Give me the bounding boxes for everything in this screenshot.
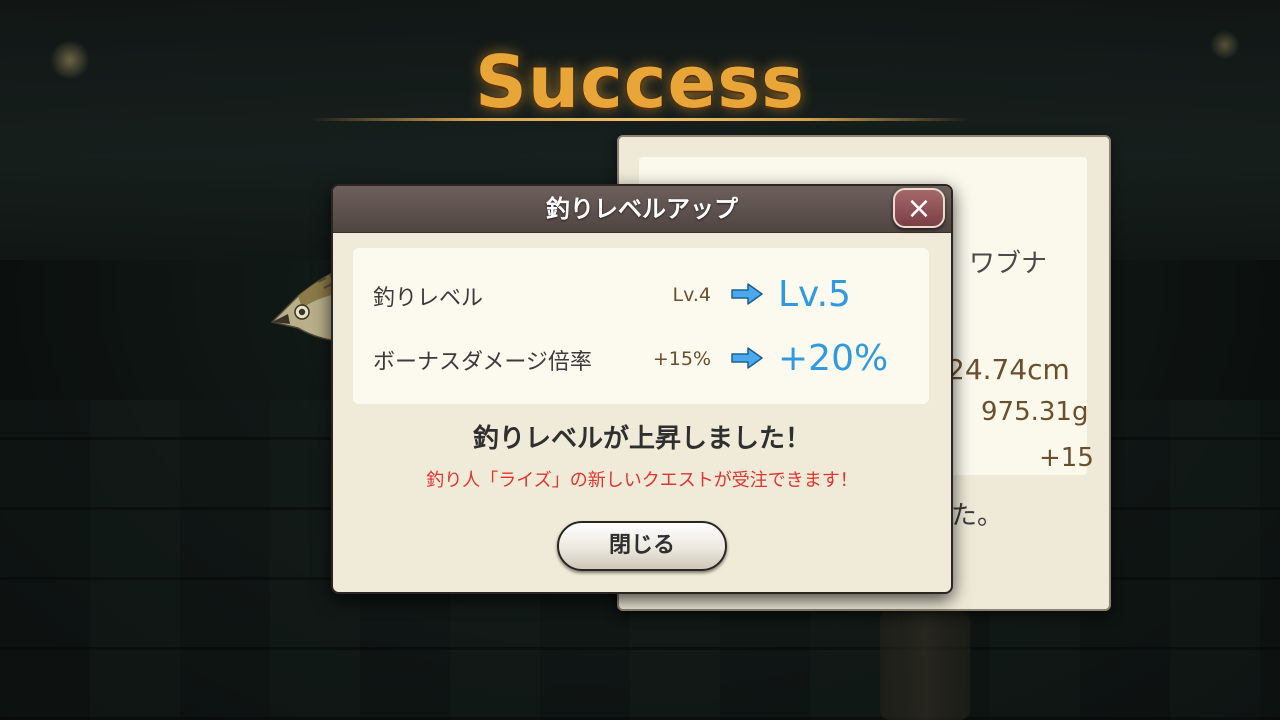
catch-message: た。 [951, 501, 1004, 531]
fish-bonus: +15 [1039, 443, 1094, 473]
success-title: Success [474, 40, 805, 124]
close-icon: × [906, 191, 932, 226]
quest-unlocked-message: 釣り人「ライズ」の新しいクエストが受注できます！ [426, 470, 858, 491]
fish-weight: 975.31g [981, 397, 1089, 427]
stat-new-bonus-damage: +20% [778, 338, 889, 379]
close-button[interactable]: 閉じる [557, 521, 727, 571]
stat-label-fishing-level: 釣りレベル [373, 286, 484, 311]
stat-label-bonus-damage: ボーナスダメージ倍率 [373, 350, 592, 375]
level-up-dialog: 釣りレベルアップ × 釣りレベル Lv.4 Lv.5 ボーナスダメージ倍率 +1… [331, 184, 953, 594]
close-x-button[interactable]: × [893, 188, 945, 228]
fish-name: ワブナ [969, 249, 1048, 279]
stat-old-bonus-damage: +15% [652, 348, 711, 370]
success-underline [310, 118, 970, 121]
stats-panel: 釣りレベル Lv.4 Lv.5 ボーナスダメージ倍率 +15% +20% [353, 248, 929, 404]
stat-old-fishing-level: Lv.4 [672, 284, 711, 306]
stat-new-fishing-level: Lv.5 [778, 274, 851, 315]
arrow-right-icon [731, 347, 763, 369]
dialog-title: 釣りレベルアップ [546, 195, 738, 223]
fish-length: 24.74cm [947, 353, 1070, 386]
level-up-message: 釣りレベルが上昇しました！ [472, 424, 811, 454]
arrow-right-icon [731, 283, 763, 305]
